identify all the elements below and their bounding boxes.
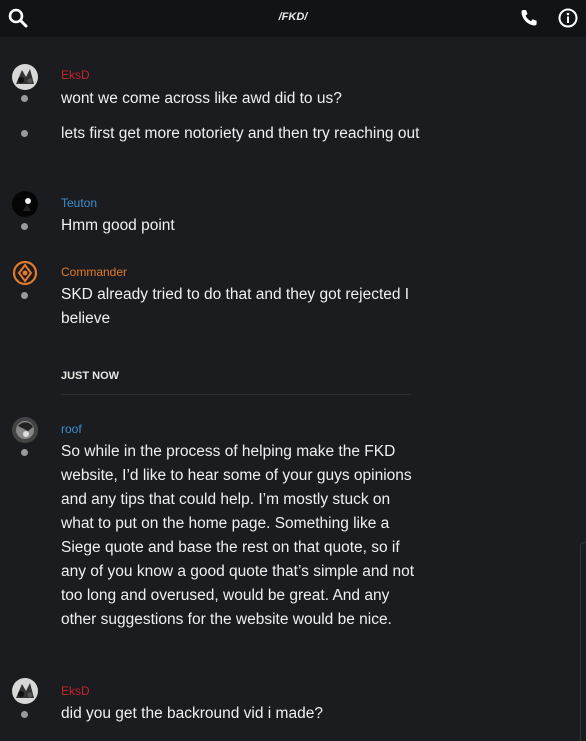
username[interactable]: EksD xyxy=(61,684,90,698)
chat-title: /FKD/ xyxy=(278,11,308,23)
message-text: wont we come across like awd did to us? xyxy=(61,90,342,107)
avatar[interactable] xyxy=(12,417,38,443)
avatar[interactable] xyxy=(12,64,38,90)
username[interactable]: Teuton xyxy=(61,196,97,210)
message-feed: EksD wont we come across like awd did to… xyxy=(0,37,586,741)
message-text: lets first get more notoriety and then t… xyxy=(61,125,420,142)
top-bar: /FKD/ xyxy=(0,0,586,37)
message-dot xyxy=(21,95,28,102)
scrollbar[interactable] xyxy=(580,542,586,741)
username[interactable]: Commander xyxy=(61,265,127,279)
avatar[interactable] xyxy=(12,678,38,704)
time-divider-label: JUST NOW xyxy=(61,370,120,382)
avatar[interactable] xyxy=(12,260,38,286)
info-icon[interactable] xyxy=(557,7,579,29)
message-text: did you get the backround vid i made? xyxy=(61,705,323,722)
message-text: So while in the process of helping make … xyxy=(61,443,415,628)
phone-icon[interactable] xyxy=(518,7,540,29)
message-dot xyxy=(21,292,28,299)
username[interactable]: EksD xyxy=(61,68,90,82)
message-dot xyxy=(21,223,28,230)
username[interactable]: roof xyxy=(61,422,82,436)
message-dot xyxy=(21,130,28,137)
message-text: SKD already tried to do that and they go… xyxy=(61,286,410,327)
message-dot xyxy=(21,711,28,718)
message-dot xyxy=(21,449,28,456)
avatar[interactable] xyxy=(12,191,38,217)
divider xyxy=(61,394,411,395)
message-text: Hmm good point xyxy=(61,217,175,234)
